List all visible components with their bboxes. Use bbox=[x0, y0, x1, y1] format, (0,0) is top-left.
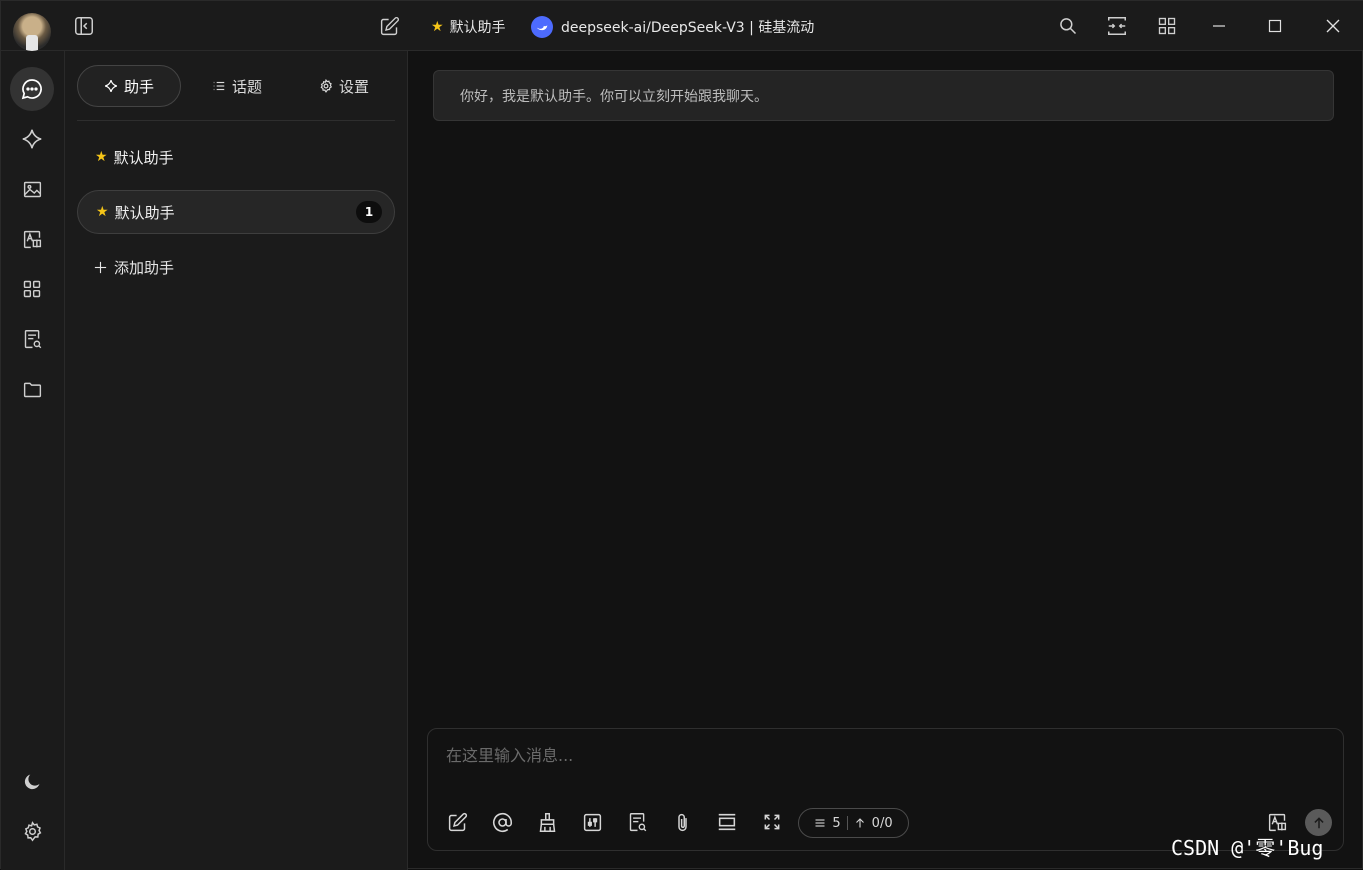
sparkle-icon bbox=[105, 80, 117, 92]
topic-count-badge: 1 bbox=[356, 201, 382, 223]
plus-icon bbox=[94, 261, 107, 274]
adjust-sliders-icon[interactable] bbox=[579, 809, 605, 835]
assistant-item-label: 默认助手 bbox=[114, 203, 175, 222]
deepseek-logo-icon bbox=[531, 16, 553, 38]
list-icon bbox=[213, 81, 225, 91]
watermark: CSDN @'零'Bug bbox=[1171, 836, 1324, 860]
title-bar: ★ 默认助手 deepseek-ai/DeepSeek-V3 | 硅基流动 bbox=[1, 1, 1363, 51]
close-button[interactable] bbox=[1305, 1, 1361, 51]
context-divider-icon[interactable] bbox=[714, 809, 740, 835]
context-count: 5 bbox=[832, 815, 841, 831]
knowledge-base-icon[interactable] bbox=[624, 809, 650, 835]
arrow-up-icon bbox=[1313, 816, 1324, 828]
toggle-sidebar-icon[interactable] bbox=[71, 13, 97, 39]
star-icon: ★ bbox=[431, 19, 444, 35]
avatar[interactable] bbox=[13, 13, 51, 51]
panel-divider bbox=[77, 120, 395, 121]
translate-icon[interactable] bbox=[10, 217, 54, 261]
apps-icon[interactable] bbox=[10, 267, 54, 311]
settings-gear-icon[interactable] bbox=[10, 809, 54, 853]
swap-layout-icon[interactable] bbox=[1104, 13, 1130, 39]
knowledge-search-icon[interactable] bbox=[10, 317, 54, 361]
star-icon: ★ bbox=[96, 204, 109, 220]
assistant-item[interactable]: ★ 默认助手 bbox=[77, 135, 395, 179]
assistant-item-selected[interactable]: ★ 默认助手 1 bbox=[77, 190, 395, 234]
current-assistant[interactable]: ★ 默认助手 bbox=[431, 16, 506, 38]
model-name-label: deepseek-ai/DeepSeek-V3 | 硅基流动 bbox=[561, 20, 815, 36]
pill-divider bbox=[846, 816, 848, 830]
new-chat-icon[interactable] bbox=[376, 13, 402, 39]
paperclip-icon[interactable] bbox=[669, 809, 695, 835]
tab-settings[interactable]: 设置 bbox=[293, 65, 395, 107]
nav-rail bbox=[1, 51, 65, 870]
message-input[interactable] bbox=[446, 743, 1306, 767]
tab-topics[interactable]: 话题 bbox=[187, 65, 287, 107]
sparkle-icon[interactable] bbox=[10, 117, 54, 161]
tab-assistants-label: 助手 bbox=[123, 77, 154, 96]
clear-broom-icon[interactable] bbox=[534, 809, 560, 835]
assistant-item-label: 默认助手 bbox=[113, 148, 174, 167]
minimize-button[interactable] bbox=[1191, 1, 1247, 51]
token-usage: 0/0 bbox=[871, 815, 893, 831]
image-icon[interactable] bbox=[10, 167, 54, 211]
tab-settings-label: 设置 bbox=[338, 77, 369, 96]
context-list-icon bbox=[815, 819, 825, 827]
current-assistant-label: 默认助手 bbox=[449, 20, 506, 36]
greeting-text: 你好，我是默认助手。你可以立刻开始跟我聊天。 bbox=[460, 88, 768, 105]
expand-icon[interactable] bbox=[759, 809, 785, 835]
new-topic-icon[interactable] bbox=[444, 809, 470, 835]
model-selector[interactable]: deepseek-ai/DeepSeek-V3 | 硅基流动 bbox=[531, 16, 814, 38]
tab-assistants[interactable]: 助手 bbox=[77, 65, 181, 107]
app-window: ★ 默认助手 deepseek-ai/DeepSeek-V3 | 硅基流动 助手… bbox=[0, 0, 1363, 870]
maximize-button[interactable] bbox=[1247, 1, 1303, 51]
add-assistant-button[interactable]: 添加助手 bbox=[93, 257, 174, 278]
star-icon: ★ bbox=[95, 149, 108, 165]
add-assistant-label: 添加助手 bbox=[114, 259, 175, 277]
gear-icon bbox=[320, 79, 333, 93]
assistant-panel: 助手 话题 设置 ★ 默认助手 ★ 默认助手 1 添加助手 bbox=[65, 51, 408, 870]
moon-icon[interactable] bbox=[10, 759, 54, 803]
folder-icon[interactable] bbox=[10, 367, 54, 411]
greeting-message: 你好，我是默认助手。你可以立刻开始跟我聊天。 bbox=[433, 70, 1334, 121]
mention-icon[interactable] bbox=[489, 809, 515, 835]
tab-topics-label: 话题 bbox=[231, 77, 262, 96]
token-counter[interactable]: 5 0/0 bbox=[798, 808, 909, 838]
search-icon[interactable] bbox=[1055, 13, 1081, 39]
arrow-up-icon bbox=[855, 818, 864, 828]
chat-icon[interactable] bbox=[10, 67, 54, 111]
apps-grid-icon[interactable] bbox=[1154, 13, 1180, 39]
